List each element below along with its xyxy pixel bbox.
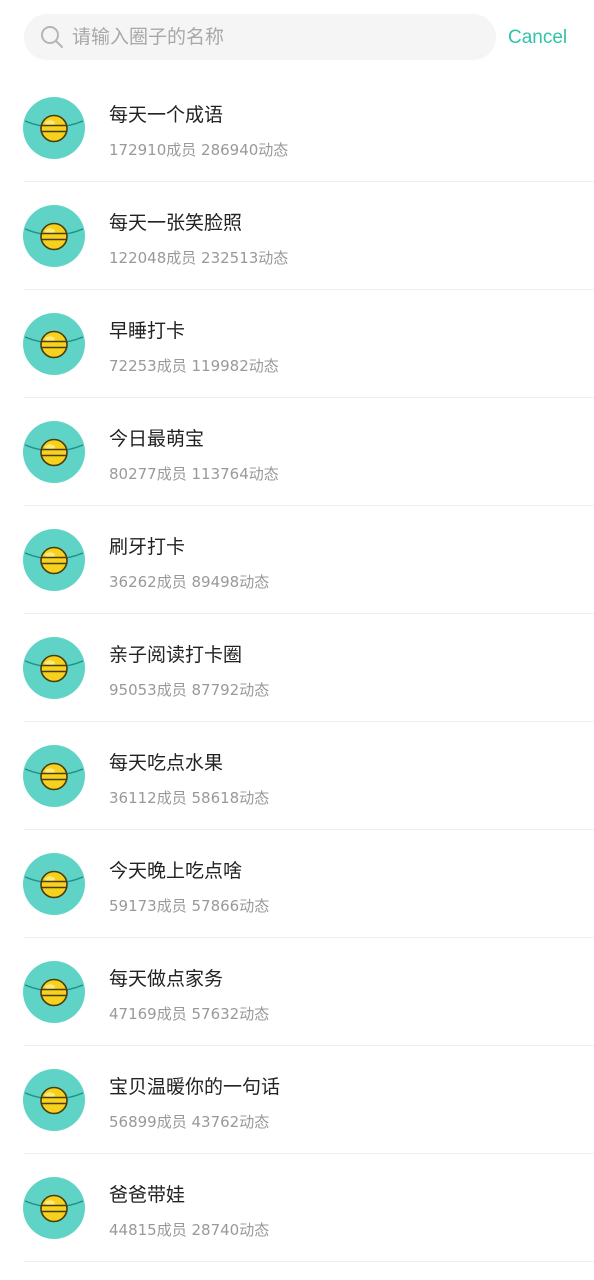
circle-list: 每天一个成语 172910成员 286940动态 每天一张笑脸照 122048成… bbox=[0, 74, 594, 1262]
cancel-button[interactable]: Cancel bbox=[508, 22, 578, 54]
coin-avatar-icon bbox=[23, 637, 85, 699]
circle-name: 每天吃点水果 bbox=[109, 752, 224, 774]
circle-name: 刷牙打卡 bbox=[109, 536, 186, 558]
circle-stats: 36112成员 58618动态 bbox=[109, 789, 270, 807]
list-item[interactable]: 早睡打卡 72253成员 119982动态 bbox=[0, 290, 594, 398]
coin-avatar-icon bbox=[23, 421, 85, 483]
circle-name: 每天一个成语 bbox=[109, 104, 224, 126]
coin-avatar-icon bbox=[23, 529, 85, 591]
coin-avatar-icon bbox=[23, 313, 85, 375]
circle-stats: 44815成员 28740动态 bbox=[109, 1221, 270, 1239]
circle-name: 宝贝温暖你的一句话 bbox=[109, 1076, 281, 1098]
circle-stats: 59173成员 57866动态 bbox=[109, 897, 270, 915]
circle-name: 每天做点家务 bbox=[109, 968, 224, 990]
list-item[interactable]: 每天一张笑脸照 122048成员 232513动态 bbox=[0, 182, 594, 290]
circle-stats: 95053成员 87792动态 bbox=[109, 681, 270, 699]
circle-name: 爸爸带娃 bbox=[109, 1184, 186, 1206]
list-item[interactable]: 每天一个成语 172910成员 286940动态 bbox=[0, 74, 594, 182]
search-input[interactable] bbox=[72, 14, 482, 60]
circle-name: 亲子阅读打卡圈 bbox=[109, 644, 243, 666]
circle-name: 今日最萌宝 bbox=[109, 428, 205, 450]
list-item[interactable]: 爸爸带娃 44815成员 28740动态 bbox=[0, 1154, 594, 1262]
search-box[interactable] bbox=[24, 14, 496, 60]
circle-name: 每天一张笑脸照 bbox=[109, 212, 243, 234]
circle-stats: 80277成员 113764动态 bbox=[109, 465, 279, 483]
list-item[interactable]: 每天吃点水果 36112成员 58618动态 bbox=[0, 722, 594, 830]
coin-avatar-icon bbox=[23, 745, 85, 807]
list-item[interactable]: 宝贝温暖你的一句话 56899成员 43762动态 bbox=[0, 1046, 594, 1154]
circle-name: 早睡打卡 bbox=[109, 320, 186, 342]
circle-stats: 122048成员 232513动态 bbox=[109, 249, 289, 267]
list-item[interactable]: 亲子阅读打卡圈 95053成员 87792动态 bbox=[0, 614, 594, 722]
coin-avatar-icon bbox=[23, 205, 85, 267]
coin-avatar-icon bbox=[23, 961, 85, 1023]
list-item[interactable]: 刷牙打卡 36262成员 89498动态 bbox=[0, 506, 594, 614]
circle-stats: 47169成员 57632动态 bbox=[109, 1005, 270, 1023]
coin-avatar-icon bbox=[23, 1069, 85, 1131]
list-item[interactable]: 每天做点家务 47169成员 57632动态 bbox=[0, 938, 594, 1046]
list-item[interactable]: 今日最萌宝 80277成员 113764动态 bbox=[0, 398, 594, 506]
circle-stats: 72253成员 119982动态 bbox=[109, 357, 279, 375]
search-icon bbox=[40, 25, 64, 49]
search-bar: Cancel bbox=[0, 0, 594, 76]
list-item[interactable]: 今天晚上吃点啥 59173成员 57866动态 bbox=[0, 830, 594, 938]
circle-stats: 172910成员 286940动态 bbox=[109, 141, 289, 159]
circle-name: 今天晚上吃点啥 bbox=[109, 860, 243, 882]
coin-avatar-icon bbox=[23, 97, 85, 159]
coin-avatar-icon bbox=[23, 1177, 85, 1239]
circle-stats: 36262成员 89498动态 bbox=[109, 573, 270, 591]
circle-stats: 56899成员 43762动态 bbox=[109, 1113, 270, 1131]
coin-avatar-icon bbox=[23, 853, 85, 915]
